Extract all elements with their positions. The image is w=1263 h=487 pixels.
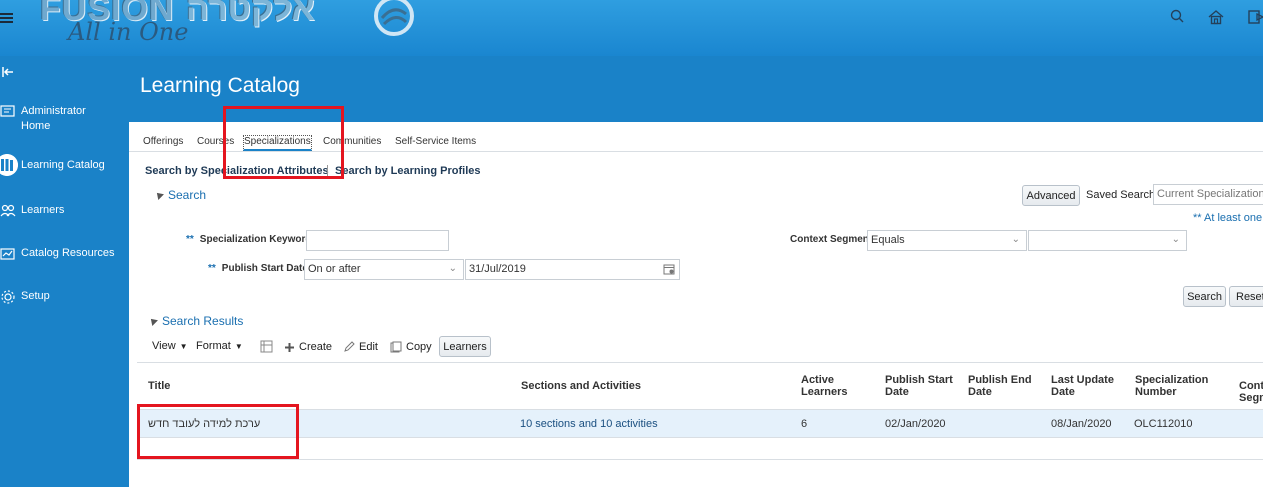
- collapse-triangle-icon: [148, 316, 158, 326]
- keyword-input[interactable]: [306, 230, 449, 251]
- cell-active-learners: 6: [801, 418, 808, 430]
- column-header-active-learners[interactable]: Active Learners: [801, 374, 861, 398]
- catalog-resources-icon: [0, 248, 15, 260]
- top-bar: FUSION אלקטרה All in One: [0, 0, 1263, 56]
- setup-gear-icon: [1, 290, 15, 304]
- search-icon[interactable]: [1169, 8, 1187, 26]
- column-header-publish-start[interactable]: Publish Start Date: [885, 374, 957, 398]
- context-segment-value-select[interactable]: ⌄: [1028, 230, 1187, 251]
- table-header: Title Sections and Activities Active Lea…: [137, 362, 1263, 410]
- learners-button[interactable]: Learners: [439, 336, 491, 357]
- sidebar-item-label: Setup: [21, 290, 50, 302]
- view-menu[interactable]: View ▼: [152, 340, 188, 352]
- sidebar-item-administrator-home[interactable]: Administrator Home: [0, 104, 129, 134]
- sidebar-item-label: Catalog Resources: [21, 247, 115, 259]
- page-title: Learning Catalog: [140, 74, 300, 97]
- publish-start-date-value: 31/Jul/2019: [469, 263, 526, 275]
- sidebar-item-catalog-resources[interactable]: Catalog Resources: [0, 246, 129, 262]
- calendar-icon[interactable]: [663, 263, 675, 275]
- pencil-icon: [344, 341, 355, 352]
- logo-hebrew-text: אלקטרה: [186, 0, 315, 28]
- copy-icon: [390, 341, 402, 353]
- column-header-specialization-number[interactable]: Specialization Number: [1135, 374, 1211, 398]
- copy-button[interactable]: Copy: [390, 341, 432, 353]
- cell-specialization-number: OLC112010: [1134, 418, 1193, 430]
- side-navigation: Administrator Home Learning Catalog Lear…: [0, 56, 129, 487]
- advanced-button[interactable]: Advanced: [1022, 185, 1080, 206]
- format-menu[interactable]: Format ▼: [196, 340, 243, 352]
- sidebar-item-setup[interactable]: Setup: [0, 289, 129, 305]
- publish-start-operator-value: On or after: [308, 263, 361, 275]
- table-footer: [137, 438, 1263, 460]
- context-segment-operator-value: Equals: [871, 234, 905, 246]
- admin-home-icon: [0, 105, 15, 117]
- home-icon[interactable]: [1207, 8, 1225, 26]
- results-section-label: Search Results: [162, 314, 244, 328]
- collapse-triangle-icon: [154, 190, 164, 200]
- chevron-down-icon: ⌄: [1011, 234, 1020, 245]
- column-header-last-update[interactable]: Last Update Date: [1051, 374, 1117, 398]
- saved-search-select[interactable]: Current Specializations: [1153, 184, 1263, 205]
- caret-down-icon: ▼: [179, 341, 188, 351]
- sidebar-item-label: Administrator Home: [21, 105, 86, 132]
- plus-icon: [285, 342, 294, 352]
- search-button[interactable]: Search: [1183, 286, 1226, 307]
- search-section-label: Search: [168, 188, 207, 202]
- company-logo: FUSION אלקטרה All in One: [38, 0, 428, 54]
- highlight-box-specializations: [223, 106, 344, 179]
- keyword-label: ** Specialization Keyword: [186, 234, 312, 245]
- column-header-context-segment[interactable]: Cont Segm: [1239, 380, 1263, 404]
- search-section-header[interactable]: Search: [154, 188, 207, 202]
- navigator-icon[interactable]: [1247, 8, 1263, 26]
- highlight-box-row-title: [137, 404, 299, 459]
- tab-self-service-items[interactable]: Self-Service Items: [395, 136, 476, 147]
- cell-sections-link[interactable]: 10 sections and 10 activities: [520, 418, 658, 430]
- sidebar-item-label: Learning Catalog: [21, 159, 105, 171]
- required-hint: ** At least one: [1193, 212, 1263, 224]
- publish-start-label: ** Publish Start Date: [208, 263, 308, 274]
- learners-icon: [0, 204, 16, 217]
- cell-last-update: 08/Jan/2020: [1051, 418, 1112, 430]
- reset-button[interactable]: Reset: [1229, 286, 1263, 307]
- sidebar-item-learning-catalog[interactable]: Learning Catalog: [0, 154, 129, 176]
- sidebar-item-label: Learners: [21, 204, 65, 216]
- context-segment-operator-select[interactable]: Equals ⌄: [867, 230, 1027, 251]
- column-header-sections[interactable]: Sections and Activities: [521, 380, 641, 392]
- publish-start-date-input[interactable]: 31/Jul/2019: [465, 259, 680, 280]
- publish-start-operator-select[interactable]: On or after ⌄: [304, 259, 464, 280]
- catalog-books-icon: [0, 154, 18, 176]
- results-section-header[interactable]: Search Results: [148, 314, 244, 328]
- logo-swirl-icon: [374, 0, 414, 36]
- collapse-arrow-icon[interactable]: [2, 66, 14, 78]
- saved-search-label: Saved Search: [1086, 189, 1156, 201]
- column-header-publish-end[interactable]: Publish End Date: [968, 374, 1038, 398]
- chevron-down-icon: ⌄: [448, 263, 457, 274]
- caret-down-icon: ▼: [234, 341, 243, 351]
- subtab-learning-profiles[interactable]: Search by Learning Profiles: [335, 165, 481, 177]
- edit-button[interactable]: Edit: [343, 341, 378, 353]
- cell-publish-start: 02/Jan/2020: [885, 418, 946, 430]
- freeze-columns-icon[interactable]: [260, 340, 273, 353]
- logo-tagline: All in One: [68, 18, 189, 46]
- chevron-down-icon: ⌄: [1171, 234, 1180, 245]
- create-button[interactable]: Create: [284, 341, 332, 353]
- context-segment-label: Context Segment: [790, 234, 873, 245]
- menu-icon[interactable]: [0, 11, 16, 25]
- column-header-title[interactable]: Title: [148, 380, 170, 392]
- table-row[interactable]: ערכת למידה לעובד חדש 10 sections and 10 …: [137, 410, 1263, 438]
- tab-offerings[interactable]: Offerings: [143, 136, 183, 147]
- sidebar-item-learners[interactable]: Learners: [0, 203, 129, 219]
